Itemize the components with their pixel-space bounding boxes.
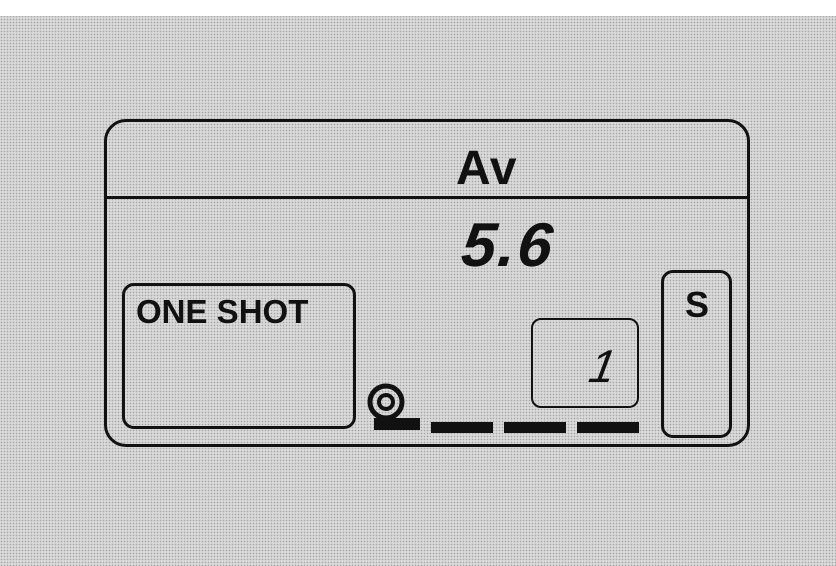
film-progress-bar <box>504 422 566 433</box>
film-cartridge-icon <box>367 383 420 430</box>
lcd-divider-line <box>107 196 748 199</box>
film-progress-bar <box>431 422 493 433</box>
drive-mode-label: S <box>684 284 709 325</box>
af-mode-label: ONE SHOT <box>136 293 309 330</box>
aperture-value: 5.6 <box>458 211 558 280</box>
shooting-mode-indicator: Av <box>456 142 518 195</box>
page-top-margin <box>0 0 836 16</box>
film-progress-bar <box>577 422 639 433</box>
